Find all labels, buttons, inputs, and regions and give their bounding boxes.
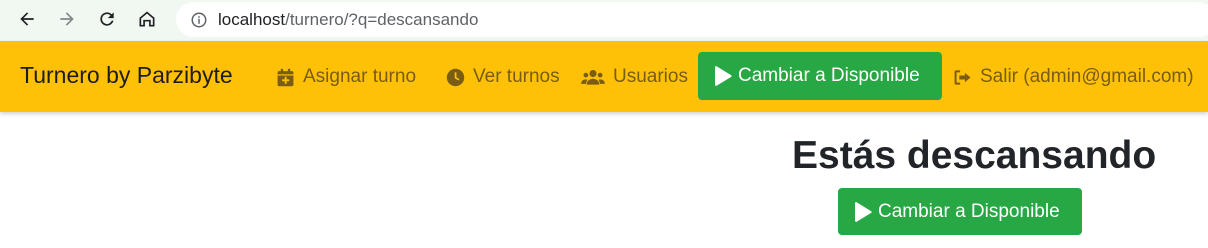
nav-link-asignar-turno[interactable]: Asignar turno <box>276 66 416 88</box>
back-button[interactable] <box>12 4 42 34</box>
app-navbar: Turnero by Parzibyte Asignar turno Ver t… <box>0 41 1208 112</box>
arrow-right-icon <box>60 12 74 26</box>
url-text[interactable]: localhost/turnero/?q=descansando <box>218 10 478 30</box>
home-button[interactable] <box>132 4 162 34</box>
nav-link-logout[interactable]: Salir (admin@gmail.com) <box>953 66 1194 88</box>
nav-link-ver-turnos[interactable]: Ver turnos <box>446 66 560 88</box>
nav-link-label: Ver turnos <box>473 66 560 87</box>
sign-out-icon <box>954 69 971 85</box>
home-icon <box>139 11 155 27</box>
users-icon <box>581 69 605 85</box>
play-icon <box>715 66 732 86</box>
arrow-left-icon <box>20 12 34 26</box>
browser-toolbar: localhost/turnero/?q=descansando <box>0 0 1208 41</box>
nav-link-label: Asignar turno <box>303 66 417 87</box>
url-host: localhost <box>218 9 286 29</box>
button-label: Cambiar a Disponible <box>738 65 920 86</box>
clock-icon <box>446 68 465 86</box>
play-icon <box>855 201 872 222</box>
cambiar-disponible-button[interactable]: Cambiar a Disponible <box>838 188 1082 235</box>
address-bar[interactable]: localhost/turnero/?q=descansando <box>176 2 1208 37</box>
navbar-brand[interactable]: Turnero by Parzibyte <box>20 62 233 89</box>
nav-link-label: Salir (admin@gmail.com) <box>980 66 1194 87</box>
nav-link-usuarios[interactable]: Usuarios <box>581 66 688 88</box>
navbar-cambiar-disponible-button[interactable]: Cambiar a Disponible <box>698 52 942 100</box>
reload-button[interactable] <box>92 4 122 34</box>
reload-icon <box>100 12 114 26</box>
info-icon[interactable] <box>190 11 208 29</box>
url-path: /turnero/?q=descansando <box>285 9 479 29</box>
nav-link-label: Usuarios <box>613 66 688 87</box>
calendar-plus-icon <box>277 68 294 86</box>
forward-button[interactable] <box>52 4 82 34</box>
page-title: Estás descansando <box>792 134 1157 177</box>
button-label: Cambiar a Disponible <box>878 200 1060 222</box>
